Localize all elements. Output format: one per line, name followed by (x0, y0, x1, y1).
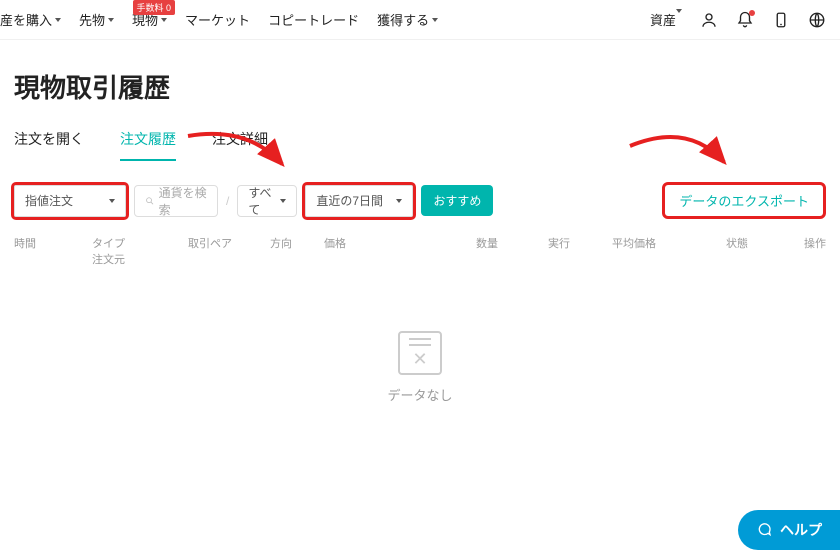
nav-earn[interactable]: 獲得する (377, 10, 438, 29)
fee-badge: 手数料 0 (133, 0, 176, 15)
order-type-select[interactable]: 指値注文 (14, 185, 126, 217)
chat-icon (756, 522, 772, 538)
pair-search-input[interactable]: 通貨を検索 (134, 185, 218, 217)
globe-icon[interactable] (808, 11, 826, 29)
caret-down-icon (161, 18, 167, 22)
col-executed: 実行 (498, 235, 570, 267)
nav-assets[interactable]: 資産 (650, 10, 682, 29)
tab-open-orders[interactable]: 注文を開く (14, 129, 84, 161)
page-title: 現物取引履歴 (14, 68, 840, 105)
period-value: 直近の7日間 (316, 192, 383, 209)
col-price: 価格 (324, 235, 404, 267)
side-value: すべて (248, 184, 280, 218)
col-direction: 方向 (270, 235, 324, 267)
nav-market[interactable]: マーケット (185, 10, 250, 29)
topnav-right: 資産 (650, 10, 826, 29)
notifications-icon[interactable] (736, 11, 754, 29)
divider: / (226, 194, 229, 208)
side-select[interactable]: すべて (237, 185, 297, 217)
topnav-left: 産を購入 先物 現物 手数料 0 マーケット コピートレード 獲得する (0, 10, 438, 29)
caret-down-icon (676, 9, 682, 28)
column-headers: 時間 タイプ 注文元 取引ペア 方向 価格 数量 実行 平均価格 状態 操作 (0, 229, 840, 267)
nav-futures[interactable]: 先物 (79, 10, 114, 29)
nav-label: 産を購入 (0, 10, 52, 29)
empty-state: ✕ データなし (0, 331, 840, 404)
period-select[interactable]: 直近の7日間 (305, 185, 413, 217)
col-pair: 取引ペア (150, 235, 270, 267)
col-type-line2: 注文元 (92, 254, 125, 266)
col-operation: 操作 (748, 235, 826, 267)
nav-label: マーケット (185, 10, 250, 29)
help-fab[interactable]: ヘルプ (738, 510, 840, 550)
nav-label: 資産 (650, 13, 676, 28)
nav-label: 獲得する (377, 10, 429, 29)
pair-placeholder: 通貨を検索 (159, 184, 207, 218)
caret-down-icon (432, 18, 438, 22)
col-type: タイプ 注文元 (92, 235, 150, 267)
col-avg-price: 平均価格 (570, 235, 656, 267)
caret-down-icon (108, 18, 114, 22)
caret-down-icon (55, 18, 61, 22)
user-icon[interactable] (700, 11, 718, 29)
top-navigation: 産を購入 先物 現物 手数料 0 マーケット コピートレード 獲得する 資産 (0, 0, 840, 40)
order-type-value: 指値注文 (25, 192, 73, 209)
mobile-icon[interactable] (772, 11, 790, 29)
nav-copy-trade[interactable]: コピートレード (268, 10, 359, 29)
col-time: 時間 (14, 235, 92, 267)
notification-dot (749, 10, 755, 16)
caret-down-icon (109, 199, 115, 203)
caret-down-icon (396, 199, 402, 203)
nav-label: コピートレード (268, 10, 359, 29)
no-data-icon: ✕ (398, 331, 442, 375)
order-tabs: 注文を開く 注文履歴 注文詳細 (0, 129, 840, 162)
tab-order-history[interactable]: 注文履歴 (120, 129, 176, 161)
empty-text: データなし (387, 385, 452, 404)
nav-spot[interactable]: 現物 手数料 0 (132, 10, 167, 29)
nav-label: 先物 (79, 10, 105, 29)
col-type-line1: タイプ (92, 238, 125, 250)
nav-buy-assets[interactable]: 産を購入 (0, 10, 61, 29)
recommend-button[interactable]: おすすめ (421, 185, 493, 216)
caret-down-icon (280, 199, 286, 203)
tab-order-details[interactable]: 注文詳細 (212, 129, 268, 161)
col-quantity: 数量 (404, 235, 498, 267)
col-status: 状態 (656, 235, 748, 267)
help-label: ヘルプ (780, 520, 822, 540)
export-data-button[interactable]: データのエクスポート (662, 182, 826, 219)
filter-bar: 指値注文 通貨を検索 / すべて 直近の7日間 おすすめ データのエクスポート (0, 162, 840, 229)
